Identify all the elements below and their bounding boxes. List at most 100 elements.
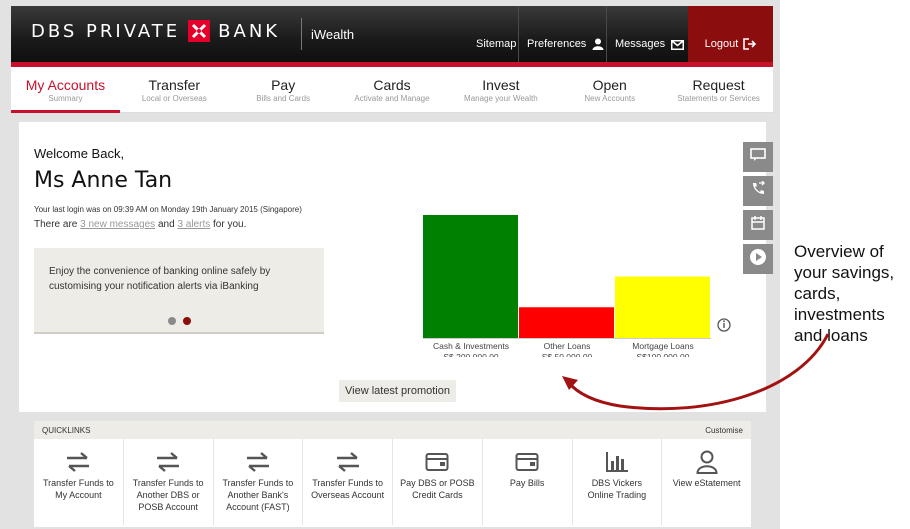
chart-value-label: S$ 200,000.00 [443, 352, 499, 357]
calendar-button[interactable] [743, 210, 773, 240]
user-icon [592, 38, 604, 50]
chart-bar[interactable] [615, 276, 710, 339]
quicklink-item[interactable]: Pay Bills [483, 439, 573, 525]
quicklink-item[interactable]: Pay DBS or POSB Credit Cards [393, 439, 483, 525]
carousel-dot[interactable] [168, 317, 176, 325]
messages-label: Messages [615, 38, 666, 50]
nav-title: Cards [373, 77, 411, 93]
play-icon [749, 248, 767, 271]
welcome-greeting: Welcome Back, [34, 146, 125, 161]
bar-chart-icon [573, 447, 662, 477]
customer-name: Ms Anne Tan [34, 168, 173, 193]
nav-title: Request [692, 77, 745, 93]
messages-summary: There are 3 new messages and 3 alerts fo… [34, 219, 246, 230]
call-button[interactable] [743, 176, 773, 206]
mail-icon [671, 40, 685, 50]
preferences-label: Preferences [527, 38, 587, 50]
nav-subtitle: Activate and Manage [354, 94, 430, 103]
nav-title: Transfer [148, 77, 201, 93]
preferences-link[interactable]: Preferences [527, 6, 604, 62]
nav-title: Invest [482, 77, 520, 93]
view-promotion-button[interactable]: View latest promotion [339, 380, 456, 402]
video-button[interactable] [743, 244, 773, 274]
nav-title: Open [592, 77, 627, 93]
nav-subtitle: New Accounts [584, 94, 636, 103]
new-messages-link[interactable]: 3 new messages [80, 219, 155, 230]
msg-and: and [157, 219, 175, 230]
nav-cards[interactable]: Cards Activate and Manage [338, 67, 447, 112]
annotation-line: Overview of [794, 242, 884, 261]
logout-button[interactable]: Logout [688, 6, 773, 62]
nav-subtitle: Statements or Services [677, 94, 760, 103]
msg-prefix: There are [34, 219, 78, 230]
alerts-link[interactable]: 3 alerts [177, 219, 210, 230]
sitemap-link[interactable]: Sitemap [476, 6, 516, 62]
nav-transfer[interactable]: Transfer Local or Overseas [120, 67, 229, 112]
messages-link[interactable]: Messages [615, 6, 685, 62]
quicklink-label: Pay DBS or POSB Credit Cards [400, 478, 475, 500]
chart-bar[interactable] [423, 215, 518, 338]
product-name: iWealth [311, 27, 355, 42]
last-login-text: Your last login was on 09:39 AM on Monda… [34, 205, 302, 214]
main-navigation: My Accounts Summary Transfer Local or Ov… [11, 67, 773, 113]
topnav-divider [606, 6, 607, 62]
nav-open[interactable]: Open New Accounts [555, 67, 664, 112]
quicklinks-row: Transfer Funds to My Account Transfer Fun… [34, 439, 751, 525]
calendar-icon [751, 215, 765, 235]
chat-icon [750, 147, 766, 167]
nav-invest[interactable]: Invest Manage your Wealth [446, 67, 555, 112]
carousel-dot-active[interactable] [183, 317, 191, 325]
nav-subtitle: Bills and Cards [256, 94, 311, 103]
quicklinks-title: QUICKLINKS [42, 425, 91, 435]
transfer-arrows-icon [214, 447, 303, 477]
quicklink-item[interactable]: Transfer Funds to My Account [34, 439, 124, 525]
topnav-divider [518, 6, 519, 62]
quicklink-label: Transfer Funds to Another Bank's Account… [222, 478, 294, 512]
nav-title: Pay [271, 77, 296, 93]
transfer-arrows-icon [303, 447, 392, 477]
quicklink-label: Transfer Funds to Overseas Account [311, 478, 385, 500]
nav-my-accounts[interactable]: My Accounts Summary [11, 67, 120, 113]
nav-request[interactable]: Request Statements or Services [664, 67, 773, 112]
quicklink-label: View eStatement [672, 478, 741, 488]
quicklink-item[interactable]: Transfer Funds to Overseas Account [303, 439, 393, 525]
transfer-arrows-icon [124, 447, 213, 477]
logout-label: Logout [704, 38, 739, 50]
quicklink-item[interactable]: View eStatement [662, 439, 751, 525]
dbs-logo-icon [188, 20, 211, 42]
quicklinks-panel: QUICKLINKS Customise Transfer Funds to M… [34, 421, 751, 527]
quicklink-item[interactable]: Transfer Funds to Another DBS or POSB Ac… [124, 439, 214, 525]
chart-category-label: Cash & Investments [433, 341, 509, 351]
quicklink-label: DBS Vickers Online Trading [587, 478, 647, 500]
brand-text-right: BANK [218, 20, 281, 42]
annotation-line: your savings, [794, 263, 895, 282]
phone-transfer-icon [750, 180, 766, 202]
annotation-arrow-curve [566, 333, 830, 411]
wallet-icon [393, 447, 482, 477]
promo-text: Enjoy the convenience of banking online … [49, 266, 271, 292]
nav-pay[interactable]: Pay Bills and Cards [229, 67, 338, 112]
person-icon [662, 447, 751, 477]
nav-subtitle: Local or Overseas [141, 94, 207, 103]
customise-link[interactable]: Customise [705, 426, 743, 435]
quicklink-label: Transfer Funds to Another DBS or POSB Ac… [132, 478, 204, 512]
brand-divider [301, 18, 302, 50]
wallet-icon [483, 447, 572, 477]
promo-carousel: Enjoy the convenience of banking online … [34, 248, 324, 334]
quicklink-item[interactable]: Transfer Funds to Another Bank's Account… [214, 439, 304, 525]
annotation-line: investments [794, 305, 885, 324]
brand-logo[interactable]: DBS PRIVATE BANK [31, 20, 280, 42]
quicklink-item[interactable]: DBS Vickers Online Trading [573, 439, 663, 525]
msg-suffix: for you. [213, 219, 247, 230]
nav-title: My Accounts [25, 77, 106, 93]
quicklink-label: Pay Bills [509, 478, 545, 488]
annotation-line: cards, [794, 284, 841, 303]
logout-icon [743, 38, 757, 50]
chat-button[interactable] [743, 142, 773, 172]
transfer-arrows-icon [34, 447, 123, 477]
sitemap-label: Sitemap [476, 38, 517, 50]
brand-text-left: DBS PRIVATE [31, 20, 181, 42]
quicklink-label: Transfer Funds to My Account [43, 478, 114, 500]
nav-subtitle: Summary [48, 94, 83, 103]
annotation-arrow [562, 333, 830, 411]
